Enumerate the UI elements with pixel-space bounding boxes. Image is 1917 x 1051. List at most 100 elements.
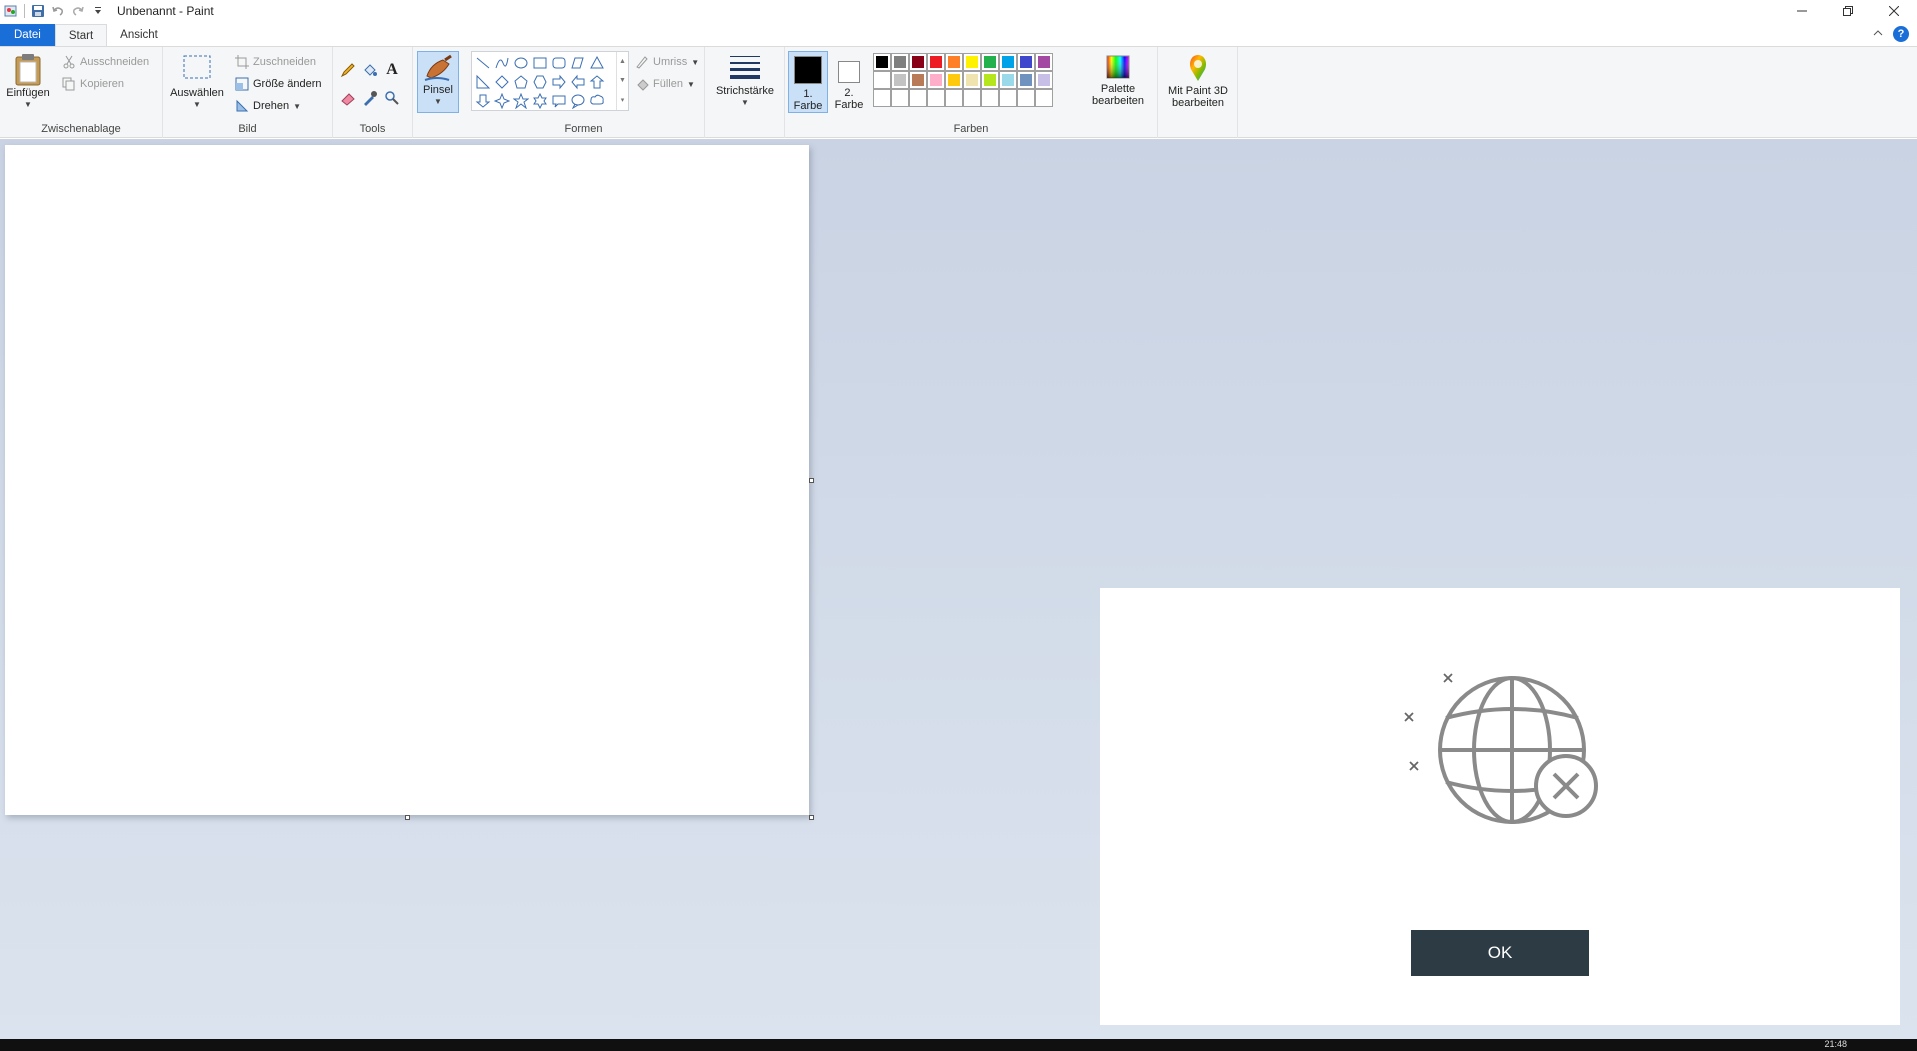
outline-button[interactable]: Umriss ▼ — [635, 53, 699, 71]
restore-button[interactable] — [1825, 0, 1871, 22]
color-swatch[interactable] — [909, 71, 927, 89]
rectangle-shape-icon[interactable] — [531, 54, 549, 72]
pentagon-shape-icon[interactable] — [512, 73, 530, 91]
chevron-down-icon: ▼ — [691, 57, 700, 67]
magnifier-icon[interactable] — [383, 89, 401, 107]
tab-start[interactable]: Start — [54, 24, 108, 46]
text-tool-icon[interactable]: A — [383, 61, 401, 79]
right-triangle-shape-icon[interactable] — [474, 73, 492, 91]
color-swatch[interactable] — [1035, 89, 1053, 107]
color2-button[interactable]: 2. Farbe — [831, 51, 867, 113]
cloud-callout-shape-icon[interactable] — [588, 92, 606, 110]
color-swatch-fill — [984, 74, 996, 86]
color-swatch[interactable] — [873, 89, 891, 107]
color-swatch[interactable] — [909, 53, 927, 71]
paint-app-icon[interactable] — [4, 4, 18, 18]
save-icon[interactable] — [31, 4, 45, 18]
color-swatch[interactable] — [999, 53, 1017, 71]
five-point-star-shape-icon[interactable] — [512, 92, 530, 110]
color-swatch[interactable] — [873, 71, 891, 89]
eraser-icon[interactable] — [339, 89, 357, 107]
color-swatch[interactable] — [927, 53, 945, 71]
color-swatch[interactable] — [1017, 89, 1035, 107]
shapes-gallery[interactable]: ▲ ▼ ▾ — [471, 51, 629, 111]
edit-palette-button[interactable]: Palette bearbeiten — [1085, 53, 1151, 107]
oval-callout-shape-icon[interactable] — [569, 92, 587, 110]
resize-handle-right[interactable] — [809, 478, 814, 483]
polygon-shape-icon[interactable] — [569, 54, 587, 72]
line-shape-icon[interactable] — [474, 54, 492, 72]
help-icon[interactable]: ? — [1893, 26, 1909, 42]
color-swatch[interactable] — [981, 71, 999, 89]
customize-quick-access-icon[interactable] — [91, 4, 105, 18]
four-point-star-shape-icon[interactable] — [493, 92, 511, 110]
color-swatch[interactable] — [963, 71, 981, 89]
hexagon-shape-icon[interactable] — [531, 73, 549, 91]
scissors-icon — [63, 55, 75, 69]
scroll-down-icon[interactable]: ▼ — [619, 77, 626, 84]
scroll-up-icon[interactable]: ▲ — [619, 58, 626, 65]
cut-button[interactable]: Ausschneiden — [62, 53, 149, 71]
color-swatch[interactable] — [963, 89, 981, 107]
arrow-left-shape-icon[interactable] — [569, 73, 587, 91]
oval-shape-icon[interactable] — [512, 54, 530, 72]
collapse-ribbon-icon[interactable] — [1873, 28, 1883, 40]
brushes-button[interactable]: Pinsel ▼ — [417, 51, 459, 113]
size-button[interactable]: Strichstärke ▼ — [711, 53, 779, 109]
drawing-canvas[interactable] — [5, 145, 809, 815]
color-swatch[interactable] — [945, 71, 963, 89]
color-swatch[interactable] — [909, 89, 927, 107]
diamond-shape-icon[interactable] — [493, 73, 511, 91]
pencil-icon[interactable] — [339, 61, 357, 79]
color-picker-icon[interactable] — [361, 89, 379, 107]
color-swatch[interactable] — [873, 53, 891, 71]
rect-callout-shape-icon[interactable] — [550, 92, 568, 110]
undo-icon[interactable] — [51, 4, 65, 18]
color-swatch[interactable] — [891, 71, 909, 89]
paint3d-button[interactable]: Mit Paint 3D bearbeiten — [1162, 53, 1234, 109]
select-button[interactable]: Auswählen ▼ — [167, 53, 227, 111]
paste-label: Einfügen — [6, 87, 50, 99]
color-swatch[interactable] — [1017, 71, 1035, 89]
color1-button[interactable]: 1. Farbe — [788, 51, 828, 113]
resize-handle-corner[interactable] — [809, 815, 814, 820]
triangle-shape-icon[interactable] — [588, 54, 606, 72]
color-swatch[interactable] — [963, 53, 981, 71]
six-point-star-shape-icon[interactable] — [531, 92, 549, 110]
redo-icon[interactable] — [71, 4, 85, 18]
arrow-up-shape-icon[interactable] — [588, 73, 606, 91]
color-swatch[interactable] — [891, 53, 909, 71]
color-swatch[interactable] — [927, 71, 945, 89]
tab-file[interactable]: Datei — [0, 24, 55, 46]
color-swatch[interactable] — [999, 71, 1017, 89]
expand-gallery-icon[interactable]: ▾ — [621, 96, 625, 104]
ok-button[interactable]: OK — [1411, 930, 1589, 976]
crop-button[interactable]: Zuschneiden — [235, 53, 316, 71]
color-swatch[interactable] — [945, 53, 963, 71]
arrow-down-shape-icon[interactable] — [474, 92, 492, 110]
minimize-button[interactable] — [1779, 0, 1825, 22]
fill-bucket-icon[interactable] — [361, 61, 379, 79]
shapes-scrollbar[interactable]: ▲ ▼ ▾ — [616, 52, 628, 110]
rotate-button[interactable]: Drehen ▼ — [235, 97, 301, 115]
color-swatch[interactable] — [891, 89, 909, 107]
tab-view[interactable]: Ansicht — [107, 24, 171, 46]
close-button[interactable] — [1871, 0, 1917, 22]
copy-button[interactable]: Kopieren — [62, 75, 124, 93]
paste-button[interactable]: Einfügen ▼ — [6, 53, 50, 111]
color-swatch[interactable] — [1017, 53, 1035, 71]
arrow-right-shape-icon[interactable] — [550, 73, 568, 91]
rounded-rectangle-shape-icon[interactable] — [550, 54, 568, 72]
color-swatch[interactable] — [999, 89, 1017, 107]
resize-handle-bottom[interactable] — [405, 815, 410, 820]
resize-button[interactable]: Größe ändern — [235, 75, 321, 93]
color-swatch[interactable] — [981, 53, 999, 71]
fill-button[interactable]: Füllen ▼ — [635, 75, 695, 93]
curve-shape-icon[interactable] — [493, 54, 511, 72]
color-swatch[interactable] — [981, 89, 999, 107]
color-swatch[interactable] — [1035, 53, 1053, 71]
color-swatch[interactable] — [927, 89, 945, 107]
color-swatch[interactable] — [1035, 71, 1053, 89]
color-swatch[interactable] — [945, 89, 963, 107]
clipboard-icon — [15, 54, 41, 86]
